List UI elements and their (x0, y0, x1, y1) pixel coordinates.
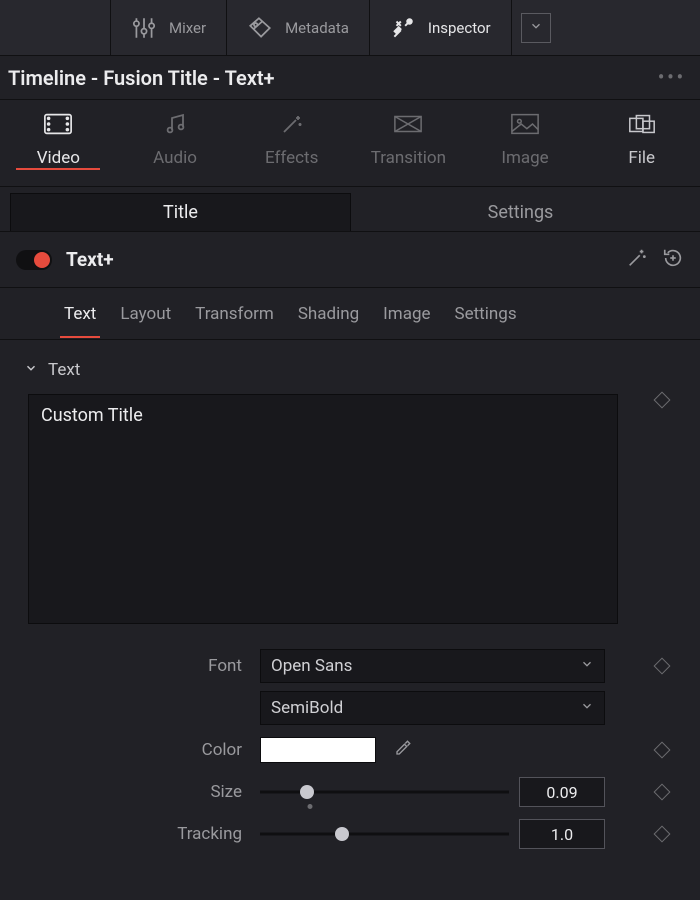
size-label: Size (18, 782, 248, 802)
color-swatch[interactable] (260, 737, 376, 763)
subtab-text-label: Text (64, 304, 96, 324)
image-icon (510, 112, 540, 140)
text-content-input[interactable] (28, 394, 618, 624)
subtab-text[interactable]: Text (64, 290, 96, 338)
chevron-down-icon (580, 698, 594, 718)
collapse-text-label: Text (48, 360, 80, 380)
subtab-shading-label: Shading (298, 304, 359, 324)
topbar-inspector-label: Inspector (428, 19, 491, 37)
topbar-dropdown[interactable] (511, 0, 561, 55)
cat-tab-file[interactable]: File (583, 100, 700, 168)
section-enable-toggle[interactable] (16, 250, 52, 270)
section-name: Text+ (66, 248, 114, 271)
subtab-transform-label: Transform (195, 304, 274, 324)
subtab-transform[interactable]: Transform (195, 290, 274, 338)
tracking-value[interactable]: 1.0 (519, 819, 605, 849)
mixer-icon (131, 15, 157, 41)
cat-tab-video-label: Video (37, 148, 80, 168)
collapse-text-group[interactable]: Text (24, 360, 682, 380)
topbar-mixer[interactable]: Mixer (110, 0, 226, 55)
topbar-metadata-label: Metadata (285, 19, 349, 37)
size-slider[interactable] (260, 782, 509, 802)
cat-tab-image[interactable]: Image (467, 100, 584, 168)
font-family-select[interactable]: Open Sans (260, 649, 605, 683)
segtab-title-label: Title (163, 202, 198, 223)
file-icon (627, 112, 657, 140)
font-family-value: Open Sans (271, 656, 352, 676)
font-weight-value: SemiBold (271, 698, 343, 718)
cat-tab-audio[interactable]: Audio (117, 100, 234, 168)
segtab-settings[interactable]: Settings (351, 193, 690, 231)
segtab-title[interactable]: Title (10, 193, 351, 231)
topbar-inspector[interactable]: Inspector (369, 0, 511, 55)
transition-icon (393, 112, 423, 140)
segtab-settings-label: Settings (488, 202, 554, 223)
tag-icon (247, 15, 273, 41)
keyframe-size[interactable] (642, 786, 682, 798)
subtab-settings-label: Settings (455, 304, 517, 324)
keyframe-color[interactable] (642, 744, 682, 756)
size-value[interactable]: 0.09 (519, 777, 605, 807)
chevron-down-icon (529, 19, 543, 37)
keyframe-font[interactable] (642, 660, 682, 672)
music-icon (160, 112, 190, 140)
reset-icon[interactable] (662, 247, 684, 273)
cat-tab-effects-label: Effects (265, 148, 318, 168)
subtab-layout-label: Layout (120, 304, 171, 324)
video-icon (43, 112, 73, 140)
keyframe-tracking[interactable] (642, 828, 682, 840)
font-weight-select[interactable]: SemiBold (260, 691, 605, 725)
cat-tab-transition-label: Transition (371, 148, 446, 168)
tools-icon (390, 15, 416, 41)
subtab-settings[interactable]: Settings (455, 290, 517, 338)
tracking-slider[interactable] (260, 824, 509, 844)
topbar-metadata[interactable]: Metadata (226, 0, 369, 55)
keyframe-text[interactable] (642, 394, 682, 406)
chevron-down-icon (580, 656, 594, 676)
topbar-mixer-label: Mixer (169, 19, 206, 37)
subtab-shading[interactable]: Shading (298, 290, 359, 338)
color-label: Color (18, 740, 248, 760)
cat-tab-image-label: Image (501, 148, 548, 168)
tracking-label: Tracking (18, 824, 248, 844)
subtab-image-label: Image (383, 304, 430, 324)
cat-tab-effects[interactable]: Effects (233, 100, 350, 168)
more-menu[interactable]: ••• (658, 67, 686, 88)
cat-tab-file-label: File (628, 148, 655, 168)
subtab-layout[interactable]: Layout (120, 290, 171, 338)
subtab-image[interactable]: Image (383, 290, 430, 338)
cat-tab-transition[interactable]: Transition (350, 100, 467, 168)
eyedropper-icon[interactable] (394, 739, 412, 761)
chevron-down-icon (24, 360, 38, 380)
wand-icon (277, 112, 307, 140)
cat-tab-audio-label: Audio (153, 148, 197, 168)
magic-wand-icon[interactable] (626, 247, 648, 273)
font-label: Font (18, 656, 248, 676)
page-title: Timeline - Fusion Title - Text+ (8, 66, 275, 90)
cat-tab-video[interactable]: Video (0, 100, 117, 168)
